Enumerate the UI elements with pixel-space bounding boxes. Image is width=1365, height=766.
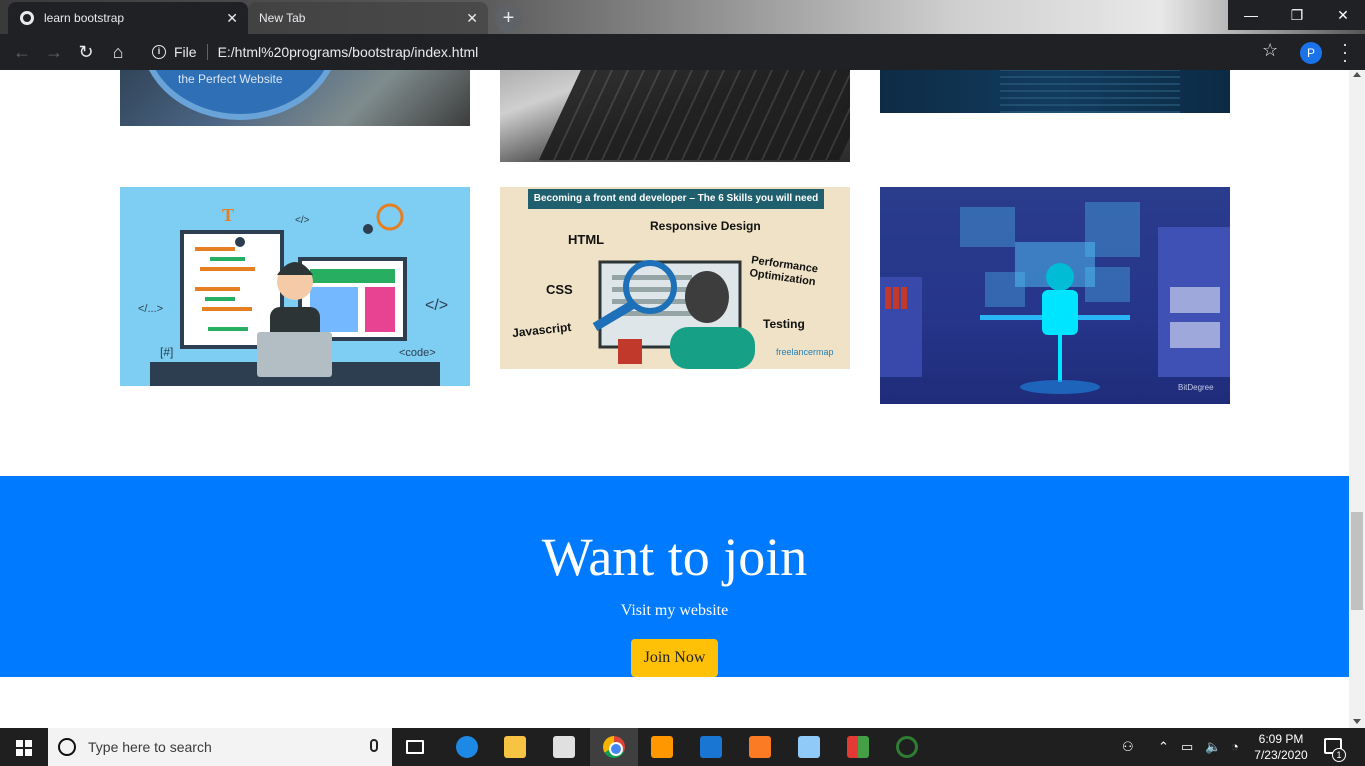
join-jumbotron: Want to join Visit my website Join Now [0, 476, 1349, 677]
image-caption: the Perfect Website [178, 72, 283, 86]
windows-taskbar: Type here to search ⚇ ⌃ ▭ 🔈 ◔ 6:09 PM 7/… [0, 728, 1365, 766]
cortana-icon [58, 738, 76, 756]
microphone-icon[interactable] [370, 739, 378, 752]
reload-icon[interactable]: ↻ [74, 40, 98, 64]
restore-button[interactable]: ❐ [1274, 0, 1320, 30]
edge-icon[interactable] [456, 736, 478, 758]
system-clock[interactable]: 6:09 PM 7/23/2020 [1250, 731, 1312, 763]
close-icon[interactable]: ✕ [226, 10, 238, 27]
gallery-image-frontend-skills: Becoming a front end developer – The 6 S… [500, 187, 850, 369]
clock-time: 6:09 PM [1258, 732, 1304, 746]
keyboard-graphic [539, 70, 850, 160]
back-arrow-icon[interactable]: ← [10, 40, 34, 64]
skill-testing: Testing [763, 317, 805, 331]
jumbotron-title: Want to join [541, 527, 808, 587]
task-view-icon[interactable] [406, 740, 424, 754]
menu-dots-icon[interactable]: · · · [1340, 35, 1350, 69]
url-scheme-label: File [174, 44, 197, 60]
bookmark-star-icon[interactable]: ☆ [1262, 40, 1278, 61]
page-viewport: the Perfect Website T </> </...> [#] <co… [0, 70, 1349, 728]
close-icon[interactable]: ✕ [466, 10, 478, 27]
clock-date: 7/23/2020 [1254, 748, 1308, 762]
new-tab-button[interactable]: + [495, 5, 522, 32]
app-spinner-icon[interactable] [896, 736, 918, 758]
gallery-image-programmer-desk: BitDegree [880, 187, 1230, 404]
profile-avatar[interactable]: P [1300, 42, 1322, 64]
gallery-image-developer-illustration: T </> </...> [#] <code> </> [120, 187, 470, 386]
chevron-up-icon[interactable]: ⌃ [1158, 728, 1169, 766]
virtualbox-icon[interactable] [798, 736, 820, 758]
code-tag-glyph: </> [295, 215, 310, 226]
code-lines-graphic [1000, 70, 1180, 113]
minimize-button[interactable]: — [1228, 0, 1274, 30]
tab-title: New Tab [259, 11, 306, 25]
scrollbar-thumb[interactable] [1351, 512, 1363, 610]
scroll-down-arrow-icon[interactable] [1353, 719, 1361, 724]
wifi-icon[interactable]: ◔ [1231, 728, 1239, 766]
battery-icon[interactable]: ▭ [1181, 728, 1193, 766]
skill-css: CSS [546, 282, 573, 297]
home-icon[interactable]: ⌂ [106, 40, 130, 64]
bitdegree-logo: BitDegree [1178, 383, 1214, 392]
info-icon[interactable]: i [152, 45, 166, 59]
xampp-icon[interactable] [749, 736, 771, 758]
tab-title: learn bootstrap [44, 11, 125, 25]
people-icon[interactable]: ⚇ [1122, 728, 1134, 766]
gallery-image-laptop-keyboard [500, 70, 850, 162]
start-button[interactable] [0, 728, 48, 766]
globe-icon [20, 11, 34, 25]
window-close-button[interactable]: ✕ [1320, 0, 1365, 30]
speaker-muted-icon[interactable]: 🔈 [1205, 728, 1221, 766]
taskbar-search-box[interactable]: Type here to search [48, 728, 392, 766]
store-icon[interactable] [553, 736, 575, 758]
taskbar-search-placeholder: Type here to search [88, 739, 212, 755]
skill-responsive-design: Responsive Design [650, 219, 761, 233]
code-word-glyph: <code> [399, 347, 436, 359]
windows-logo-icon [16, 740, 32, 756]
freelancermap-logo: freelancermap [776, 347, 834, 357]
forward-arrow-icon[interactable]: → [42, 40, 66, 64]
programmer-desk-svg [880, 202, 1230, 394]
notification-count-badge: 1 [1332, 748, 1346, 762]
ellipsis-tag-glyph: </...> [138, 303, 164, 315]
tab-new-tab[interactable]: New Tab ✕ [248, 2, 488, 34]
gallery-image-code-screen [880, 70, 1230, 113]
page-scrollbar[interactable] [1349, 70, 1365, 728]
t-glyph: T [222, 205, 235, 225]
scroll-up-arrow-icon[interactable] [1353, 72, 1361, 77]
url-text[interactable]: E:/html%20programs/bootstrap/index.html [218, 44, 479, 60]
address-bar[interactable]: i File E:/html%20programs/bootstrap/inde… [140, 38, 1290, 66]
sublime-text-icon[interactable] [651, 736, 673, 758]
winrar-icon[interactable] [847, 736, 869, 758]
closing-tag-glyph: </> [425, 297, 449, 314]
file-explorer-icon[interactable] [504, 736, 526, 758]
tab-learn-bootstrap[interactable]: learn bootstrap ✕ [8, 2, 248, 34]
skill-html: HTML [568, 232, 605, 247]
url-separator [206, 44, 208, 60]
join-now-button[interactable]: Join Now [631, 639, 718, 677]
jumbotron-subtitle: Visit my website [620, 602, 729, 619]
browser-toolbar: ← → ↻ ⌂ i File E:/html%20programs/bootst… [0, 34, 1365, 70]
gallery-image-website-design: the Perfect Website [120, 70, 470, 126]
mail-icon[interactable] [700, 736, 722, 758]
chrome-icon[interactable] [603, 736, 625, 758]
hash-glyph: [#] [160, 345, 174, 359]
